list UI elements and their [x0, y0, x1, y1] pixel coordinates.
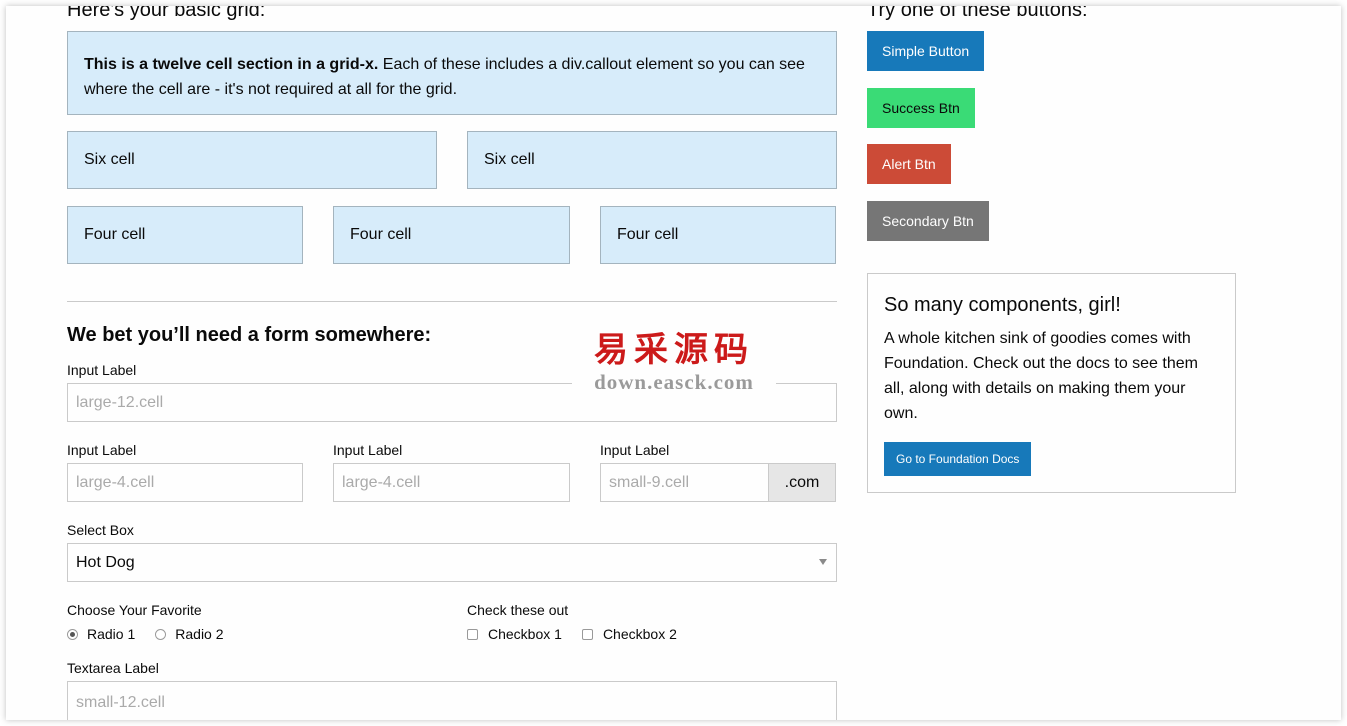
buttons-heading: Try one of these buttons: — [867, 6, 1088, 21]
six-cell-2: Six cell — [467, 131, 837, 189]
six-cell-1: Six cell — [67, 131, 437, 189]
six-cell-label: Six cell — [484, 151, 535, 168]
six-cell-label: Six cell — [84, 151, 135, 168]
watermark-chinese-text: 易采源码 — [594, 330, 754, 370]
chevron-down-icon — [819, 559, 827, 565]
checkbox-1-label[interactable]: Checkbox 1 — [488, 626, 562, 642]
alert-button[interactable]: Alert Btn — [867, 144, 951, 184]
input-label-col3: Input Label — [600, 442, 670, 458]
success-button[interactable]: Success Btn — [867, 88, 975, 128]
four-cell-1: Four cell — [67, 206, 303, 264]
radio-2[interactable] — [155, 628, 167, 640]
browser-viewport: Here's your basic grid: This is a twelve… — [6, 6, 1341, 720]
watermark-url: down.easck.com — [572, 370, 776, 395]
textarea-input[interactable]: small-12.cell — [67, 681, 837, 720]
food-select[interactable]: Hot Dog — [67, 543, 837, 582]
grid-heading: Here's your basic grid: — [67, 6, 266, 21]
col2-input-placeholder: large-4.cell — [342, 473, 421, 491]
radio-group-label: Choose Your Favorite — [67, 602, 202, 618]
checkbox-1[interactable] — [467, 628, 478, 640]
radio-1-label[interactable]: Radio 1 — [87, 626, 135, 642]
foundation-docs-button[interactable]: Go to Foundation Docs — [884, 442, 1032, 476]
form-title: We bet you’ll need a form somewhere: — [67, 324, 432, 346]
four-cell-label: Four cell — [84, 226, 146, 243]
card-title: So many components, girl! — [884, 294, 1121, 316]
full-width-input-placeholder: large-12.cell — [76, 393, 164, 411]
card-text: A whole kitchen sink of goodies comes wi… — [884, 330, 1198, 422]
input-label-full: Input Label — [67, 362, 137, 378]
page-content: Here's your basic grid: This is a twelve… — [6, 6, 1341, 720]
col3-input[interactable]: small-9.cell — [600, 463, 769, 502]
secondary-button[interactable]: Secondary Btn — [867, 201, 989, 241]
four-cell-label: Four cell — [617, 226, 679, 243]
simple-button[interactable]: Simple Button — [867, 31, 985, 71]
input-label-col2: Input Label — [333, 442, 403, 458]
checkbox-2-label[interactable]: Checkbox 2 — [603, 626, 677, 642]
domain-addon: .com — [769, 463, 836, 502]
col3-input-placeholder: small-9.cell — [609, 473, 690, 491]
section-divider — [67, 301, 837, 302]
textarea-placeholder: small-12.cell — [76, 694, 165, 711]
checkbox-group: Checkbox 1 Checkbox 2 — [467, 626, 697, 642]
textarea-label: Textarea Label — [67, 660, 159, 676]
checkbox-2[interactable] — [581, 628, 593, 640]
four-cell-2: Four cell — [333, 206, 570, 264]
callout-bold-text: This is a twelve cell section in a grid-… — [84, 56, 379, 73]
watermark: 易采源码 down.easck.com — [572, 330, 776, 395]
four-cell-label: Four cell — [350, 226, 412, 243]
callout-twelve-cell: This is a twelve cell section in a grid-… — [67, 31, 837, 115]
col2-input[interactable]: large-4.cell — [333, 463, 570, 502]
select-value: Hot Dog — [76, 553, 135, 571]
col1-input-placeholder: large-4.cell — [76, 473, 155, 491]
select-label: Select Box — [67, 522, 134, 538]
checkbox-group-label: Check these out — [467, 602, 569, 618]
radio-2-label[interactable]: Radio 2 — [175, 626, 223, 642]
input-label-col1: Input Label — [67, 442, 137, 458]
radio-1[interactable] — [67, 628, 78, 640]
four-cell-3: Four cell — [600, 206, 836, 264]
radio-group: Radio 1 Radio 2 — [67, 626, 244, 642]
components-card: So many components, girl! A whole kitche… — [867, 273, 1236, 493]
col1-input[interactable]: large-4.cell — [67, 463, 303, 502]
